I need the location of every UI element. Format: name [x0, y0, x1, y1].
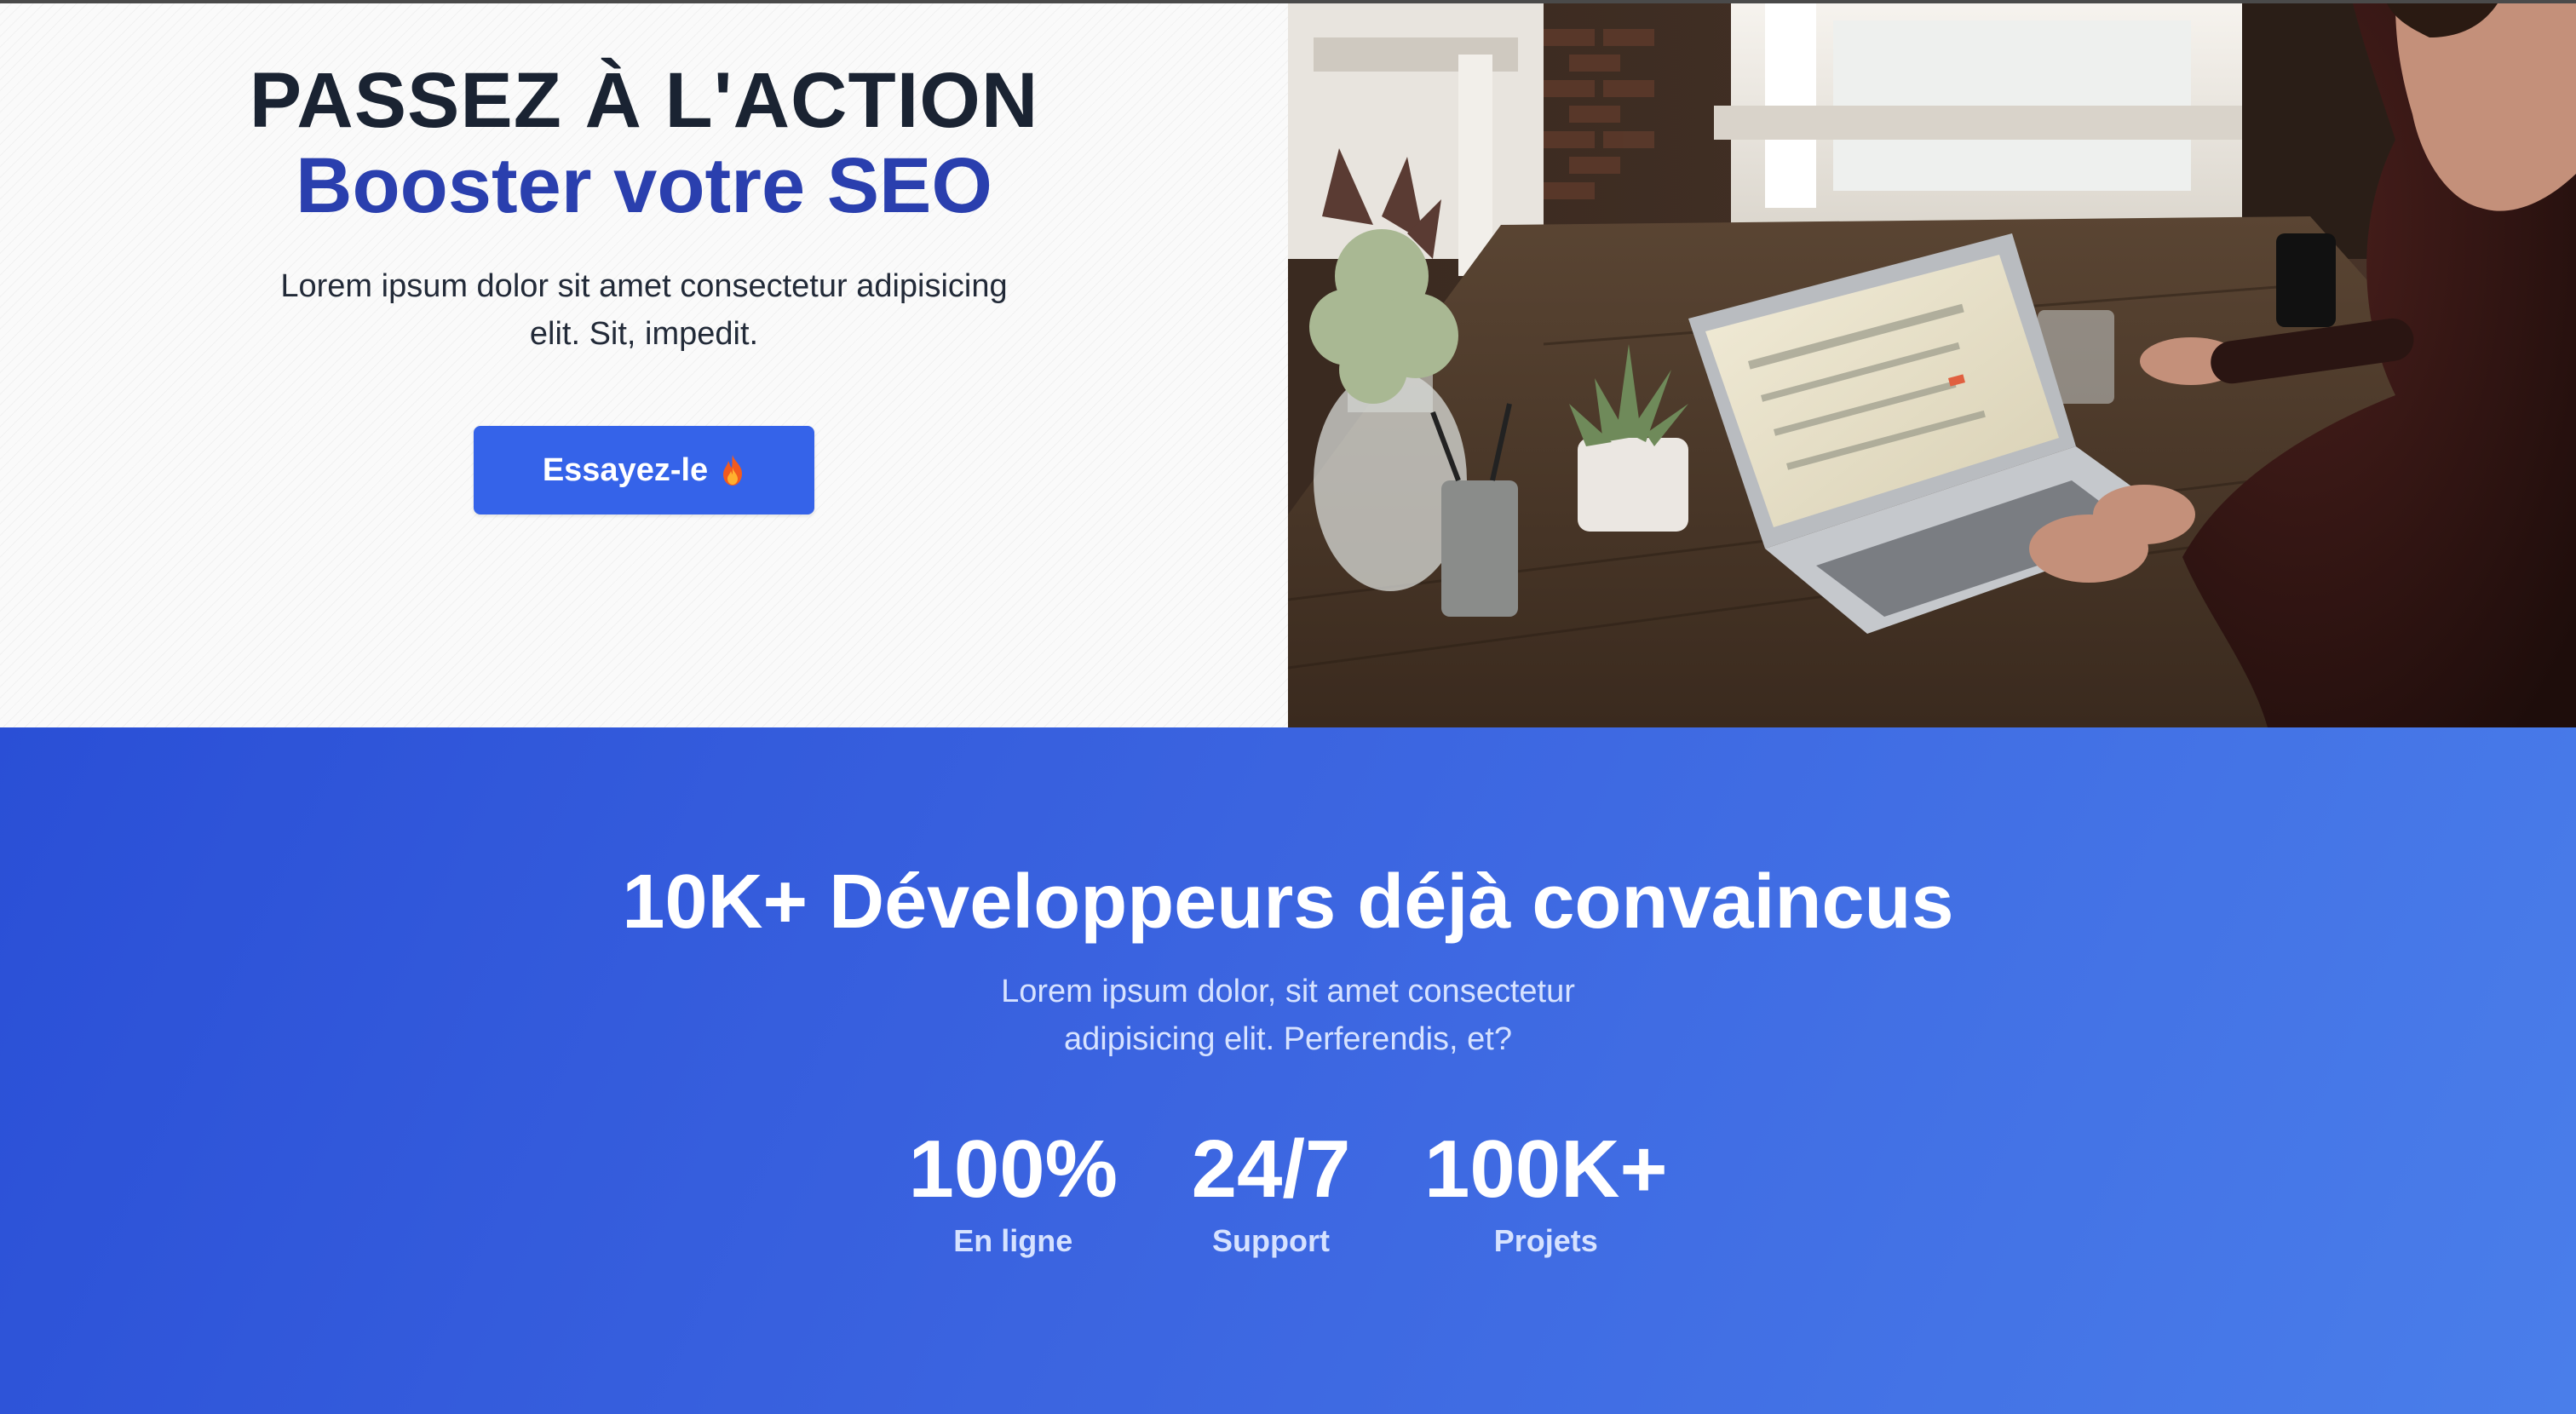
hero-lead: Lorem ipsum dolor sit amet consectetur a…: [280, 268, 1008, 352]
hero-section: PASSEZ À L'ACTION Booster votre SEO Lore…: [0, 3, 2576, 727]
person-working-on-laptop-photo: [1288, 3, 2576, 727]
stat-projects: 100K+ Projets: [1424, 1123, 1668, 1261]
stat-label: Projets: [1493, 1223, 1598, 1258]
stats-subtitle: Lorem ipsum dolor, sit amet consectetur …: [1001, 974, 1575, 1057]
stat-online: 100% En ligne: [908, 1123, 1118, 1261]
flame-icon: [723, 455, 743, 486]
stats-title: 10K+ Développeurs déjà convaincus: [622, 859, 1954, 945]
stat-value: 100%: [908, 1124, 1118, 1215]
stat-label: En ligne: [953, 1223, 1073, 1258]
stat-value: 100K+: [1423, 1124, 1668, 1215]
hero-headline: Booster votre SEO: [296, 142, 992, 229]
stats-section: 10K+ Développeurs déjà convaincus Lorem …: [0, 727, 2576, 1414]
try-it-button[interactable]: Essayez-le: [474, 426, 814, 514]
hero-kicker: PASSEZ À L'ACTION: [249, 57, 1039, 144]
stat-support: 24/7 Support: [1186, 1123, 1356, 1261]
stats-row: 100% En ligne 24/7 Support 100K+ Projets: [0, 1123, 2576, 1261]
hero-text-block: PASSEZ À L'ACTION Booster votre SEO Lore…: [0, 58, 1288, 514]
stat-label: Support: [1211, 1223, 1330, 1258]
try-it-button-label: Essayez-le: [542, 451, 709, 488]
hero-text-panel: PASSEZ À L'ACTION Booster votre SEO Lore…: [0, 3, 1288, 727]
stat-value: 24/7: [1191, 1124, 1351, 1215]
